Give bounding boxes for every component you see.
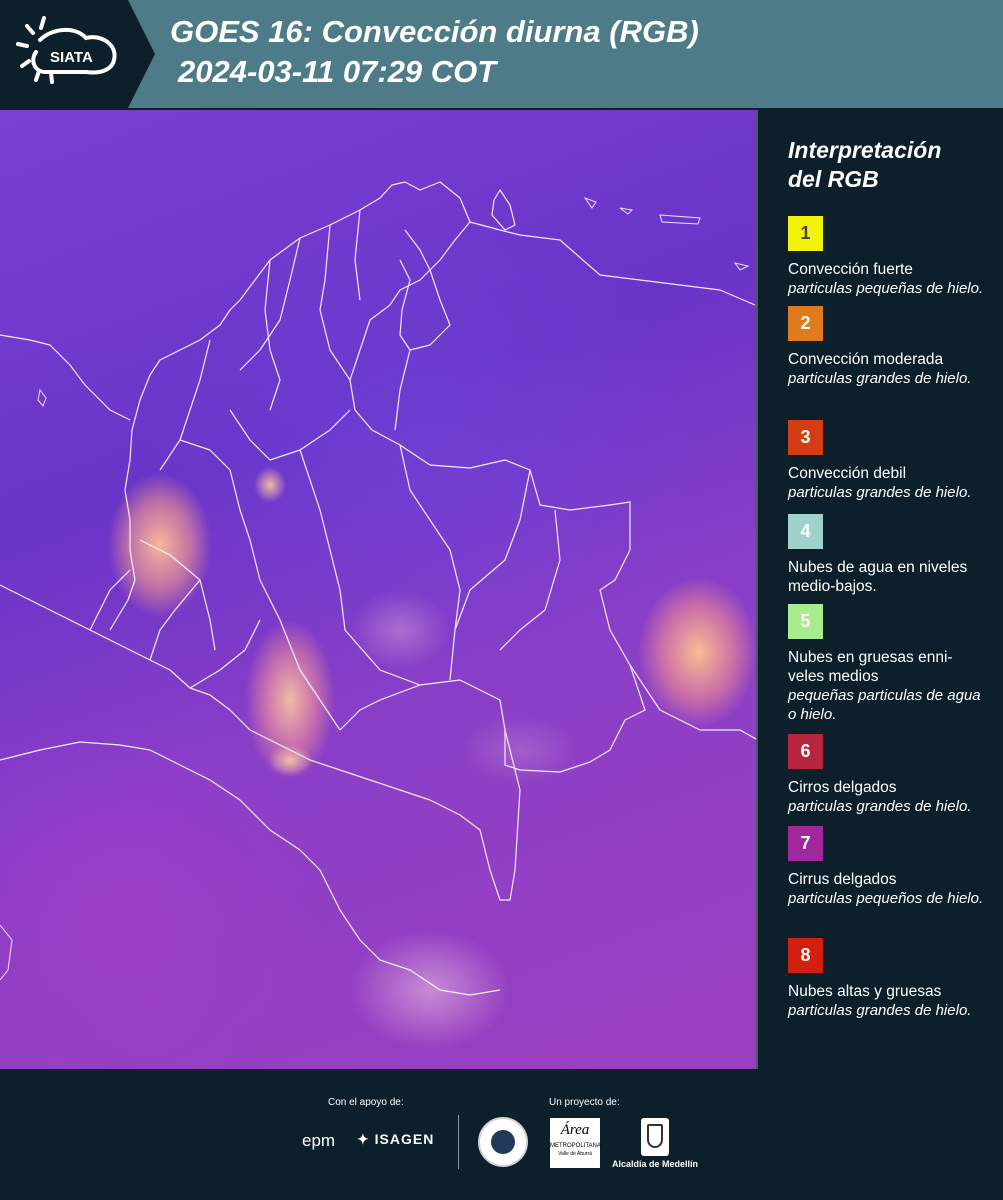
department-line — [399, 444, 461, 681]
area-logo-sub: Valle de Aburrá — [558, 1151, 592, 1157]
venezuela-coast — [399, 221, 756, 351]
header-bar: SIATA GOES 16: Convección diurna (RGB) 2… — [0, 0, 1003, 108]
legend-item-name: Cirrus delgados — [788, 871, 897, 888]
area-metropolitana-logo[interactable]: Área METROPOLITANA Valle de Aburrá — [550, 1118, 601, 1168]
colombia-border — [0, 181, 646, 901]
legend-item-name: Cirros delgados — [788, 779, 897, 796]
department-line — [179, 439, 261, 581]
legend-item-description: particulas grandes de hielo. — [788, 370, 972, 387]
department-line — [259, 579, 341, 731]
siata-logo[interactable]: SIATA — [0, 0, 155, 108]
department-line — [89, 569, 131, 631]
legend-item-name: Convección fuerte — [788, 261, 913, 278]
isagen-star-icon: ✦ — [357, 1131, 370, 1147]
project-label: Un proyecto de: — [549, 1097, 620, 1108]
rgb-legend: Interpretación del RGB 1 Convección fuert… — [788, 136, 993, 1019]
archipelago-island — [37, 388, 47, 407]
department-line — [499, 509, 561, 651]
legend-title-line1: Interpretación — [788, 137, 942, 163]
department-line — [159, 339, 211, 471]
aruba-island — [491, 189, 516, 231]
legend-item-description: particulas grandes de hielo. — [788, 1002, 972, 1019]
page-timestamp: 2024-03-11 07:29 COT — [178, 54, 497, 89]
legend-swatch: 8 — [788, 938, 823, 973]
department-line — [319, 224, 351, 381]
legend-title-line2: del RGB — [788, 166, 879, 192]
legend-item-3: 3 Convección debil particulas grandes de h… — [788, 420, 993, 502]
department-line — [299, 449, 346, 631]
archipelago-island — [733, 262, 750, 271]
legend-item-name: Nubes de agua en niveles medio-bajos. — [788, 559, 968, 595]
epm-logo[interactable]: epm — [302, 1131, 335, 1151]
archipelago-island — [659, 214, 701, 225]
archipelago-island — [583, 196, 597, 209]
brazil-line — [629, 664, 756, 740]
legend-item-name: Nubes altas y gruesas — [788, 983, 942, 1000]
department-line — [339, 684, 421, 731]
legend-title: Interpretación del RGB — [788, 136, 993, 194]
footer-divider — [458, 1115, 459, 1169]
legend-item-description: particulas grandes de hielo. — [788, 798, 972, 815]
legend-item-1: 1 Convección fuerte particulas pequeñas de… — [788, 216, 993, 298]
area-logo-name: METROPOLITANA — [550, 1143, 601, 1149]
department-line — [264, 259, 281, 411]
page-title: GOES 16: Convección diurna (RGB) — [170, 14, 699, 49]
government-seal-icon[interactable] — [478, 1117, 528, 1167]
legend-swatch: 2 — [788, 306, 823, 341]
legend-swatch: 3 — [788, 420, 823, 455]
department-line — [189, 619, 261, 689]
peru-ecuador-line — [0, 741, 501, 996]
archipelago-island — [619, 207, 634, 215]
department-line — [354, 209, 361, 301]
legend-swatch: 6 — [788, 734, 823, 769]
legend-swatch: 5 — [788, 604, 823, 639]
department-line — [454, 469, 531, 631]
department-line — [229, 409, 351, 461]
legend-item-name: Convección debil — [788, 465, 907, 482]
legend-item-description: pequeñas particulas de agua o hielo. — [788, 687, 981, 723]
medellin-shield-icon — [641, 1118, 669, 1156]
satellite-map[interactable] — [0, 110, 758, 1069]
isagen-logo[interactable]: ✦ ISAGEN — [357, 1131, 434, 1148]
legend-item-2: 2 Convección moderada particulas grandes d… — [788, 306, 993, 388]
department-line — [139, 539, 216, 651]
legend-item-6: 6 Cirros delgados particulas grandes de hi… — [788, 734, 993, 816]
legend-item-name: Nubes en gruesas enni- veles medios — [788, 649, 953, 685]
epm-logo-text: epm — [302, 1131, 336, 1150]
area-logo-script: Área — [560, 1122, 590, 1138]
legend-swatch: 7 — [788, 826, 823, 861]
legend-item-description: particulas pequeños de hielo. — [788, 890, 984, 907]
legend-item-5: 5 Nubes en gruesas enni- veles medios pequ… — [788, 604, 993, 724]
department-line — [149, 579, 201, 661]
country-boundaries — [0, 181, 756, 996]
legend-item-name: Convección moderada — [788, 351, 944, 368]
legend-swatch: 1 — [788, 216, 823, 251]
footer: Con el apoyo de: Un proyecto de: epm ✦ I… — [0, 1069, 1003, 1200]
medellin-logo-text[interactable]: Alcaldía de Medellín — [612, 1159, 698, 1169]
isagen-logo-text: ISAGEN — [374, 1131, 435, 1147]
pacific-coast — [109, 299, 241, 631]
legend-item-8: 8 Nubes altas y gruesas particulas grandes… — [788, 938, 993, 1020]
department-line — [394, 349, 411, 431]
logo-text: SIATA — [50, 49, 93, 66]
panama-coast — [0, 334, 131, 421]
support-label: Con el apoyo de: — [328, 1097, 404, 1108]
legend-swatch: 4 — [788, 514, 823, 549]
archipelago-island — [0, 924, 13, 981]
legend-item-description: particulas grandes de hielo. — [788, 484, 972, 501]
legend-item-4: 4 Nubes de agua en niveles medio-bajos. — [788, 514, 993, 596]
department-line — [344, 629, 506, 731]
legend-item-description: particulas pequeñas de hielo. — [788, 280, 984, 297]
legend-item-7: 7 Cirrus delgados particulas pequeños de h… — [788, 826, 993, 908]
